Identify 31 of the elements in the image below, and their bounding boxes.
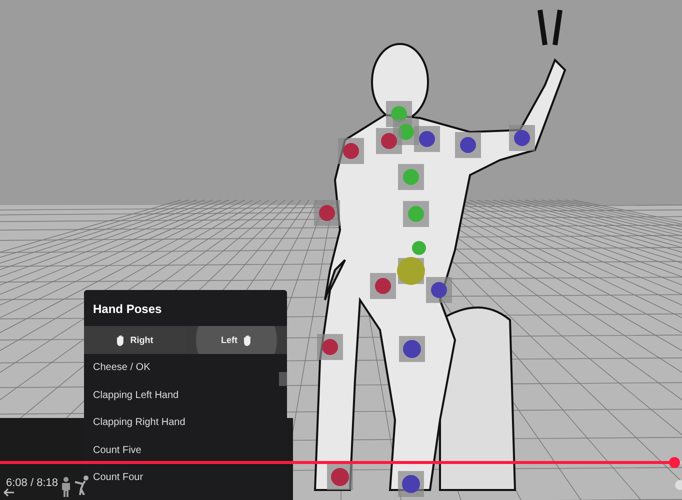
joint-handle[interactable] [338,138,364,164]
joint-handle[interactable] [509,125,535,151]
pose-item[interactable]: Clapping Right Hand [84,409,287,436]
joint-handle[interactable] [414,126,440,152]
hand-icon [242,334,252,346]
pose-item[interactable]: Cheese / OK [84,354,287,382]
joint-handle[interactable] [403,201,429,227]
pose-item[interactable]: Count Five [84,436,287,464]
menu-title: Hand Poses [92,301,163,318]
pose-item[interactable]: Count Four [84,464,287,492]
joint-handle[interactable] [455,132,481,158]
joint-handle[interactable] [412,241,426,255]
standing-person-icon[interactable] [61,477,71,497]
playback-time: 6:08 / 8:18 [6,477,58,489]
joint-handle[interactable] [399,336,425,362]
joint-handle[interactable] [426,277,452,303]
hand-icon [116,334,126,346]
joint-handle[interactable] [370,273,396,299]
joint-handle[interactable] [398,471,424,497]
joint-handle[interactable] [397,257,425,285]
hand-tab[interactable]: Left [186,326,287,354]
joint-handle[interactable] [376,128,402,154]
scrollbar[interactable] [279,372,287,386]
joint-handle[interactable] [317,334,343,360]
pose-item[interactable]: Clapping Left Hand [84,382,287,409]
joint-handle[interactable] [327,464,353,490]
kicking-person-icon[interactable] [74,475,90,495]
hand-tab[interactable]: Right [84,326,186,354]
back-arrow-icon[interactable] [3,488,15,497]
joint-handle[interactable] [314,200,340,226]
joint-handle[interactable] [398,164,424,190]
